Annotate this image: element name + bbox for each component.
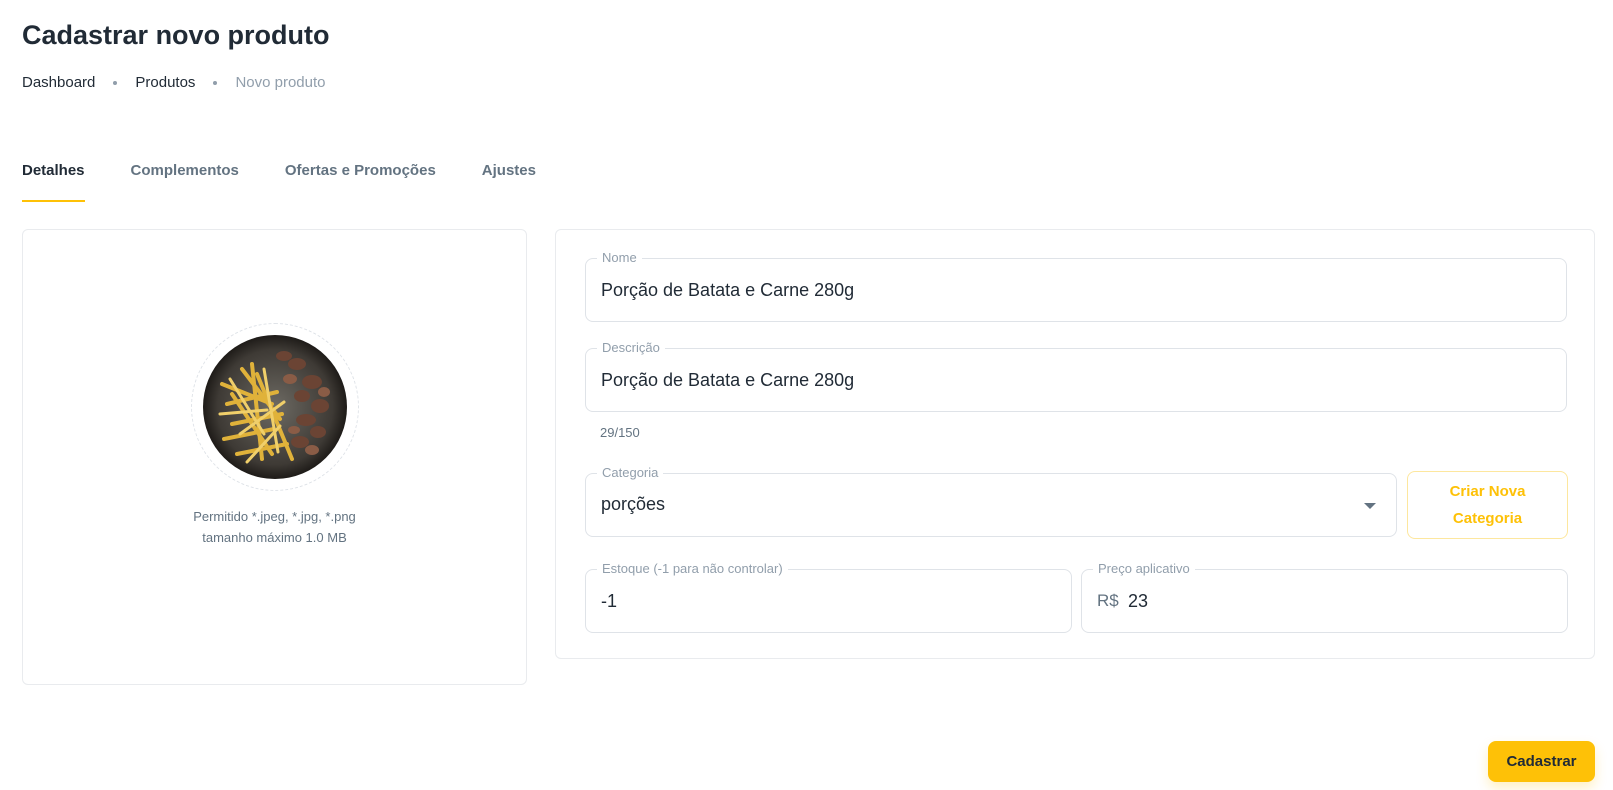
submit-button[interactable]: Cadastrar	[1488, 741, 1595, 782]
descricao-input[interactable]	[601, 349, 1551, 411]
upload-hint-size: tamanho máximo 1.0 MB	[202, 530, 347, 545]
preco-input[interactable]	[1128, 570, 1552, 632]
descricao-char-counter: 29/150	[600, 425, 640, 440]
create-category-label: Criar Nova Categoria	[1449, 483, 1526, 527]
preco-field: Preço aplicativo R$	[1081, 561, 1568, 633]
tab-bar: Detalhes Complementos Ofertas e Promoçõe…	[22, 162, 582, 202]
upload-hint-formats: Permitido *.jpeg, *.jpg, *.png	[193, 509, 356, 524]
tab-ofertas-promocoes[interactable]: Ofertas e Promoções	[285, 162, 436, 202]
image-upload-dropzone[interactable]	[191, 323, 359, 491]
categoria-select[interactable]: Categoria porções	[585, 465, 1397, 537]
categoria-selected-value: porções	[601, 494, 666, 514]
product-form-card: Nome Descrição 29/150 Categoria porções …	[555, 229, 1595, 659]
page: Cadastrar novo produto Dashboard Produto…	[0, 0, 1613, 790]
chevron-down-icon	[1364, 503, 1376, 509]
nome-input[interactable]	[601, 259, 1551, 321]
nome-field: Nome	[585, 250, 1567, 322]
breadcrumb-current: Novo produto	[235, 74, 326, 91]
tab-detalhes[interactable]: Detalhes	[22, 162, 85, 202]
breadcrumb-separator	[113, 80, 118, 85]
currency-prefix: R$	[1097, 591, 1119, 610]
create-category-button[interactable]: Criar Nova Categoria	[1407, 471, 1568, 539]
product-photo	[202, 334, 348, 480]
estoque-field: Estoque (-1 para não controlar)	[585, 561, 1072, 633]
image-upload-card: Permitido *.jpeg, *.jpg, *.png tamanho m…	[22, 229, 527, 685]
page-title: Cadastrar novo produto	[22, 20, 330, 50]
breadcrumb-produtos[interactable]: Produtos	[135, 74, 195, 91]
breadcrumb-dashboard[interactable]: Dashboard	[22, 74, 95, 91]
estoque-input[interactable]	[601, 570, 1056, 632]
tab-complementos[interactable]: Complementos	[131, 162, 239, 202]
upload-hint: Permitido *.jpeg, *.jpg, *.png tamanho m…	[23, 506, 526, 548]
breadcrumb-separator	[213, 80, 218, 85]
descricao-field: Descrição	[585, 340, 1567, 412]
tab-ajustes[interactable]: Ajustes	[482, 162, 536, 202]
breadcrumb: Dashboard Produtos Novo produto	[22, 74, 326, 91]
categoria-label: Categoria	[597, 465, 664, 481]
